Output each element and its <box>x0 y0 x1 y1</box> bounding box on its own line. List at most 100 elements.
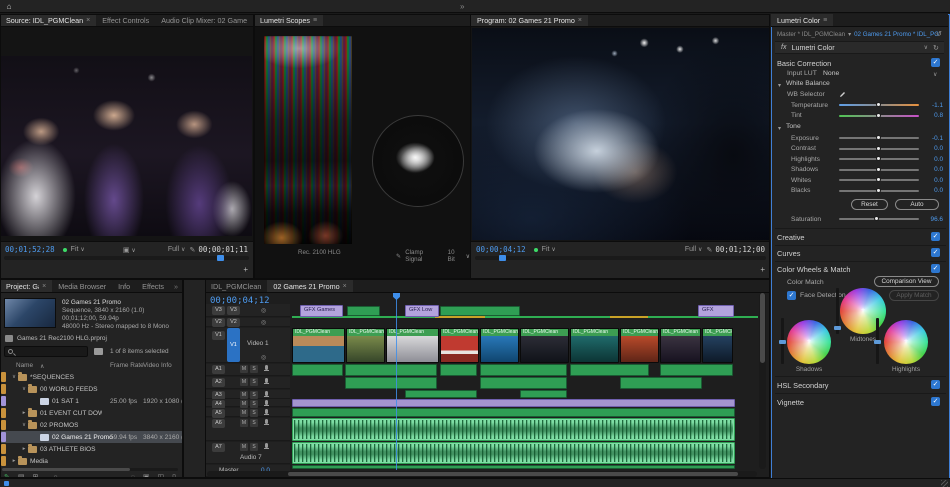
reset-effect-icon[interactable]: ↺ <box>936 30 942 38</box>
mic-icon[interactable] <box>264 443 269 449</box>
timeline-clip[interactable] <box>292 408 735 417</box>
project-row[interactable]: ▸ Media <box>0 455 182 467</box>
highlights-wheel[interactable] <box>884 320 928 364</box>
source-playhead[interactable] <box>217 255 224 261</box>
track-target-v1[interactable]: V1 <box>227 328 240 362</box>
close-icon[interactable]: × <box>86 17 90 24</box>
expand-caret[interactable]: ∨ <box>20 386 28 392</box>
label-swatch[interactable] <box>1 384 6 394</box>
expand-caret[interactable]: ▸ <box>20 446 28 452</box>
midtones-wheel[interactable] <box>840 288 886 334</box>
panel-menu-icon[interactable]: ≡ <box>313 17 317 24</box>
reset-button[interactable]: Reset <box>851 199 888 210</box>
program-zoom-select[interactable]: Fit ∨ <box>542 246 556 253</box>
search-input[interactable] <box>4 346 88 357</box>
timeline-clip[interactable]: IDL_PGMClean <box>570 328 619 363</box>
timeline-clip[interactable] <box>347 306 380 316</box>
panel-menu-icon[interactable]: ≡ <box>823 17 827 24</box>
mic-icon[interactable] <box>264 400 269 406</box>
program-resolution-select[interactable]: Full ∨ <box>685 246 703 253</box>
timeline-clip[interactable] <box>660 364 733 376</box>
face-detection-checkbox[interactable] <box>787 291 796 300</box>
color-wheels-checkbox[interactable] <box>931 264 940 273</box>
button-editor-icon[interactable]: + <box>760 265 765 274</box>
slider[interactable] <box>839 175 919 185</box>
program-scrubber[interactable] <box>475 255 766 261</box>
column-video-info[interactable]: Video Info <box>143 362 172 369</box>
timeline-clip[interactable] <box>292 418 735 441</box>
timeline-vscrollbar[interactable] <box>759 293 766 469</box>
audio-track-header[interactable]: A7 M S Audio 7 <box>205 442 290 464</box>
mic-icon[interactable] <box>264 365 269 371</box>
eyedropper-icon[interactable] <box>839 89 848 98</box>
label-swatch[interactable] <box>1 444 6 454</box>
tab-audio-clip-mixer[interactable]: Audio Clip Mixer: 02 Games 21 Promo <box>155 14 253 26</box>
slider[interactable] <box>839 144 919 154</box>
mic-icon[interactable] <box>264 419 269 425</box>
eye-icon[interactable]: ◎ <box>261 354 266 361</box>
track-target-v3[interactable]: V3 <box>227 306 240 315</box>
source-patch-v2[interactable]: V2 <box>212 318 225 327</box>
timeline-clip[interactable]: IDL_PGMClean <box>440 328 479 363</box>
section-hsl-secondary[interactable]: HSL Secondary <box>777 381 829 390</box>
shadows-wheel[interactable] <box>787 320 831 364</box>
source-settings-icon[interactable]: ▣ ∨ <box>123 246 136 254</box>
audio-track-header[interactable]: A5 M S <box>205 408 290 418</box>
section-vignette[interactable]: Vignette <box>777 398 804 407</box>
timeline-clip[interactable] <box>520 390 567 398</box>
wrench-icon[interactable]: ✎ <box>396 253 401 260</box>
label-swatch[interactable] <box>1 372 6 382</box>
timeline-clip[interactable]: IDL_PGMClean <box>702 328 733 363</box>
tab-media-browser[interactable]: Media Browser <box>52 280 112 292</box>
timeline-clip[interactable] <box>292 442 735 464</box>
vignette-checkbox[interactable] <box>931 397 940 406</box>
tab-lumetri-color[interactable]: Lumetri Color ≡ <box>771 14 834 26</box>
timeline-clip[interactable]: IDL_PGMClean <box>620 328 659 363</box>
home-icon[interactable]: ⌂ <box>0 2 18 11</box>
loop-icon[interactable]: ↻ <box>933 43 939 52</box>
audio-track-header[interactable]: A1 M S <box>205 364 290 376</box>
timeline-clip[interactable] <box>480 364 567 376</box>
eye-icon[interactable]: ◎ <box>261 307 266 314</box>
expand-caret[interactable]: ∨ <box>10 374 18 380</box>
source-patch-v3[interactable]: V3 <box>212 306 225 315</box>
bit-depth-select[interactable]: 10 Bit <box>448 249 462 263</box>
track-target-v2[interactable]: V2 <box>227 318 240 327</box>
project-row[interactable]: ▸ 01 EVENT CUT DOWNS <box>0 407 182 419</box>
audio-track-header[interactable]: A4 M S <box>205 399 290 409</box>
audio-track-header[interactable]: A2 M S <box>205 377 290 389</box>
tab-effect-controls[interactable]: Effect Controls <box>96 14 155 26</box>
source-patch-v1[interactable]: V1 <box>212 331 225 340</box>
resize-grip[interactable] <box>941 480 948 487</box>
section-curves[interactable]: Curves <box>777 249 800 258</box>
tab-info[interactable]: Info <box>112 280 136 292</box>
mic-icon[interactable] <box>264 409 269 415</box>
label-swatch[interactable] <box>1 432 6 442</box>
timeline-clip[interactable] <box>480 377 567 389</box>
expand-caret[interactable]: ▸ <box>20 410 28 416</box>
timeline-clip[interactable]: IDL_PGMClean <box>346 328 385 363</box>
timeline-clip[interactable]: IDL_PGMClean <box>520 328 569 363</box>
slider[interactable] <box>839 133 919 143</box>
timeline-ruler[interactable] <box>290 293 760 303</box>
input-lut-select[interactable]: None <box>823 70 839 77</box>
column-name[interactable]: Name <box>16 362 33 369</box>
hsl-checkbox[interactable] <box>931 380 940 389</box>
column-frame-rate[interactable]: Frame Rate <box>110 362 144 369</box>
label-swatch[interactable] <box>1 420 6 430</box>
track-name-video1[interactable]: Video 1 <box>247 340 269 347</box>
project-row[interactable]: ∨ *SEQUENCES <box>0 371 182 383</box>
basic-correction-checkbox[interactable] <box>931 58 940 67</box>
clamp-signal-label[interactable]: Clamp Signal <box>405 249 437 263</box>
effect-selector[interactable]: fx Lumetri Color ∨ ↻ <box>775 41 944 54</box>
slider[interactable] <box>839 186 919 196</box>
tone-section[interactable]: Tone <box>786 123 801 130</box>
saturation-slider[interactable] <box>839 214 919 224</box>
timeline-clip[interactable] <box>620 377 702 389</box>
timeline-clip[interactable] <box>345 364 437 376</box>
workspace-overflow-icon[interactable]: » <box>460 2 464 11</box>
program-playhead[interactable] <box>499 255 506 261</box>
timeline-clip[interactable]: GFX <box>698 305 734 317</box>
timeline-hscrollbar[interactable] <box>207 471 757 477</box>
tab-source[interactable]: Source: IDL_PGMClean × <box>0 14 97 26</box>
